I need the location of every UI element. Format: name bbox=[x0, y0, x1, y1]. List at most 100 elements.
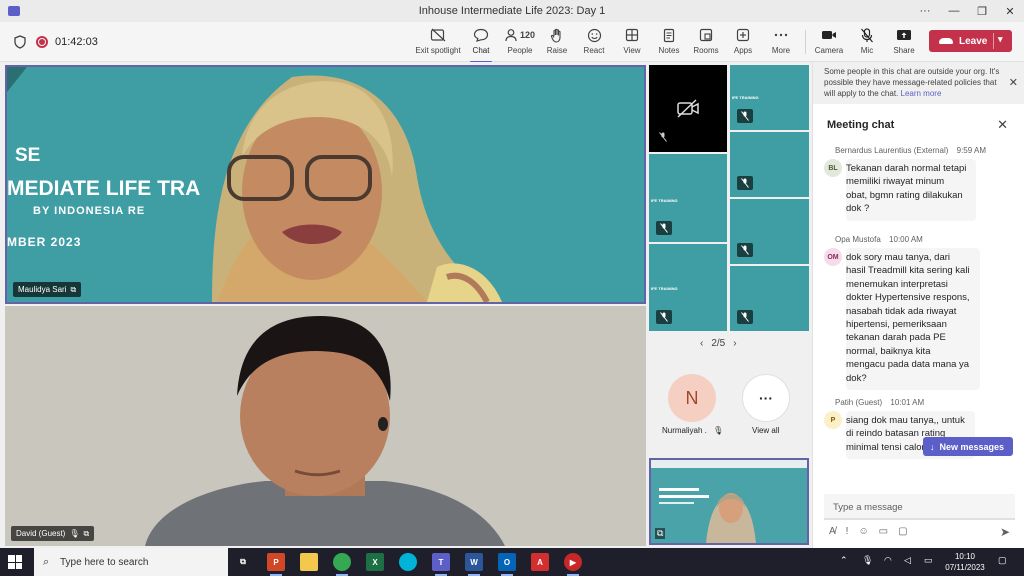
gallery-tile-1[interactable]: IFE TRAINING bbox=[730, 65, 809, 130]
windows-start-icon[interactable] bbox=[8, 555, 22, 569]
gallery-tile-2[interactable]: IFE TRAINING bbox=[649, 154, 727, 242]
toolbar-divider bbox=[805, 30, 806, 54]
gallery-tile-3[interactable] bbox=[730, 132, 809, 197]
battery-icon[interactable]: ▭ bbox=[924, 555, 933, 566]
prev-page-icon[interactable]: ‹ bbox=[700, 338, 703, 349]
canva-icon[interactable] bbox=[399, 553, 417, 571]
rooms-button[interactable]: Rooms bbox=[692, 26, 720, 60]
exit-spotlight-button[interactable]: Exit spotlight bbox=[415, 26, 461, 60]
rooms-icon bbox=[699, 28, 713, 42]
video-tile-speaker[interactable]: SE MEDIATE LIFE TRA BY INDONESIA RE MBER… bbox=[5, 65, 646, 304]
close-window-button[interactable]: ✕ bbox=[996, 0, 1024, 22]
media-player-icon[interactable]: ▶ bbox=[564, 553, 582, 576]
notes-button[interactable]: Notes bbox=[655, 26, 683, 60]
chrome-icon[interactable] bbox=[333, 553, 351, 576]
file-explorer-icon[interactable] bbox=[300, 553, 318, 571]
new-messages-button[interactable]: ↓ New messages bbox=[923, 437, 1013, 456]
volume-icon[interactable]: ◁ bbox=[904, 555, 911, 566]
priority-icon[interactable]: ! bbox=[846, 526, 849, 537]
meeting-toolbar: 01:42:03 Exit spotlight Chat 120 People … bbox=[0, 22, 1024, 63]
gallery-tile-camera-off[interactable] bbox=[649, 65, 727, 152]
meeting-timer: 01:42:03 bbox=[55, 36, 98, 48]
react-button[interactable]: React bbox=[580, 26, 608, 60]
apps-icon bbox=[736, 28, 750, 42]
message-header: Patih (Guest) 10:01 AM bbox=[835, 398, 925, 407]
slide-text-4: MBER 2023 bbox=[7, 235, 82, 249]
mic-off-small-icon: 🎙 bbox=[69, 529, 80, 538]
wifi-icon[interactable]: ◠ bbox=[884, 555, 892, 566]
search-icon: ⌕ bbox=[43, 556, 50, 568]
window-more-icon[interactable]: ··· bbox=[911, 0, 939, 22]
word-icon[interactable]: W bbox=[465, 553, 483, 576]
tray-chevron-icon[interactable]: ⌃ bbox=[840, 555, 848, 566]
screen-share-icon: ⧉ bbox=[83, 528, 90, 538]
mic-off-icon bbox=[655, 130, 671, 144]
gallery-tile-5[interactable]: IFE TRAINING bbox=[649, 244, 727, 331]
view-button[interactable]: View bbox=[618, 26, 646, 60]
video-tile-david[interactable]: David (Guest) 🎙 ⧉ bbox=[5, 306, 646, 546]
camera-button[interactable]: Camera bbox=[815, 26, 843, 60]
people-button[interactable]: 120 People bbox=[502, 26, 538, 60]
sticker-icon[interactable]: ▢ bbox=[898, 526, 907, 537]
next-page-icon[interactable]: › bbox=[733, 338, 736, 349]
speaker-name-tag: Maulidya Sari ⧉ bbox=[13, 282, 82, 297]
view-all-button[interactable]: ··· bbox=[742, 374, 790, 422]
screen-share-icon: ⧉ bbox=[70, 284, 77, 294]
title-bar: Inhouse Intermediate Life 2023: Day 1 ··… bbox=[0, 0, 1024, 22]
mic-off-icon bbox=[737, 310, 753, 324]
mic-off-icon bbox=[737, 109, 753, 123]
send-icon[interactable]: ➤ bbox=[1000, 525, 1010, 539]
more-button[interactable]: More bbox=[767, 26, 795, 60]
chat-close-icon[interactable]: ✕ bbox=[997, 117, 1008, 133]
notifications-icon[interactable]: ▢ bbox=[998, 555, 1007, 566]
self-view-video[interactable]: ⧉ bbox=[649, 458, 809, 545]
tray-mic-icon[interactable]: 🎙 bbox=[862, 555, 873, 566]
excel-icon[interactable]: X bbox=[366, 553, 384, 571]
message-header: Opa Mustofa 10:00 AM bbox=[835, 235, 923, 244]
slide-text-2: MEDIATE LIFE TRA bbox=[7, 177, 201, 200]
gallery-tile-4[interactable] bbox=[730, 199, 809, 264]
avatar: BL bbox=[824, 159, 842, 177]
people-count: 120 bbox=[519, 30, 536, 40]
leave-options-chevron-icon[interactable]: ▾ bbox=[998, 34, 1003, 45]
more-icon bbox=[774, 33, 788, 37]
chat-button[interactable]: Chat bbox=[466, 26, 496, 63]
camera-icon bbox=[822, 31, 836, 39]
page-indicator: 2/5 bbox=[711, 338, 726, 349]
grid-icon bbox=[625, 28, 639, 42]
apps-button[interactable]: Apps bbox=[729, 26, 757, 60]
banner-close-icon[interactable]: ✕ bbox=[1009, 76, 1018, 89]
hand-icon bbox=[550, 28, 561, 43]
learn-more-link[interactable]: Learn more bbox=[901, 89, 942, 98]
phone-hangup-icon bbox=[939, 38, 953, 44]
task-view-icon[interactable]: ⧉ bbox=[234, 553, 252, 571]
windows-taskbar: ⌕ Type here to search ⧉ P X T W O A ▶ ⌃ … bbox=[0, 548, 1024, 576]
outlook-icon[interactable]: O bbox=[498, 553, 516, 576]
gif-icon[interactable]: ▭ bbox=[879, 526, 888, 537]
mic-button[interactable]: Mic bbox=[854, 26, 880, 60]
taskbar-clock[interactable]: 10:10 07/11/2023 bbox=[940, 551, 990, 573]
raise-hand-button[interactable]: Raise bbox=[543, 26, 571, 60]
acrobat-icon[interactable]: A bbox=[531, 553, 549, 571]
teams-icon[interactable]: T bbox=[432, 553, 450, 576]
format-icon[interactable]: A̸ bbox=[829, 526, 836, 537]
emoji-icon[interactable]: ☺ bbox=[858, 526, 868, 537]
leave-button[interactable]: Leave ▾ bbox=[929, 30, 1012, 52]
camera-off-icon bbox=[677, 99, 699, 118]
participant-avatar[interactable]: N bbox=[668, 374, 716, 422]
taskbar-search-input[interactable]: ⌕ Type here to search bbox=[34, 548, 228, 576]
powerpoint-icon[interactable]: P bbox=[267, 553, 285, 576]
message-header: Bernardus Laurentius (External) 9:59 AM bbox=[835, 146, 986, 155]
chat-compose-tools: A̸ ! ☺ ▭ ▢ bbox=[829, 526, 908, 537]
message-input[interactable]: Type a message bbox=[824, 494, 1015, 520]
gallery-tile-6[interactable] bbox=[730, 266, 809, 331]
screen-share-icon: ⧉ bbox=[655, 528, 666, 539]
maximize-button[interactable]: ❐ bbox=[968, 0, 996, 22]
share-icon bbox=[897, 29, 911, 40]
meeting-stage: SE MEDIATE LIFE TRA BY INDONESIA RE MBER… bbox=[0, 62, 812, 548]
mic-off-icon bbox=[656, 221, 672, 235]
minimize-button[interactable]: — bbox=[940, 0, 968, 22]
leave-label: Leave bbox=[959, 35, 988, 47]
slide-text-3: BY INDONESIA RE bbox=[33, 205, 146, 217]
share-button[interactable]: Share bbox=[890, 26, 918, 60]
